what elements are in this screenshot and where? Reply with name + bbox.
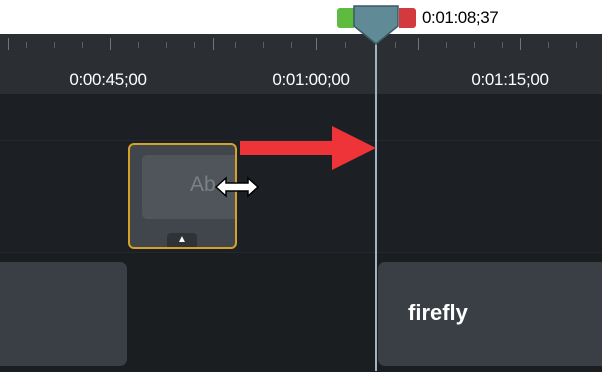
playhead-line[interactable] [375,44,377,371]
ruler-tick [446,42,447,48]
ruler-tick [316,38,317,50]
ruler-tick [138,42,139,48]
ruler-tick [418,38,419,50]
ruler-tick [576,42,577,48]
ruler-timecode-label: 0:01:15;00 [471,70,549,89]
ruler-tick [110,38,111,50]
playhead-time: 0:01:08;37 [422,8,499,27]
ruler-tick [54,42,55,48]
top-bar [0,0,602,34]
clip-label: firefly [408,300,468,325]
ruler-tick [26,42,27,48]
firefly-clip[interactable]: firefly [378,262,602,366]
annotation-thumbnail-text: Ab [190,173,216,196]
ruler-tick [548,42,549,48]
ruler-tick [502,42,503,48]
ruler-tick [345,42,346,48]
media-clip[interactable] [0,262,127,366]
ruler-tick [235,42,236,48]
ruler-tick [8,38,9,50]
ruler-tick [474,42,475,48]
ruler-tick [291,42,292,48]
ruler-timecode-label: 0:00:45;00 [69,70,147,89]
ruler-tick [520,38,521,50]
ruler-tick [194,42,195,48]
horizontal-resize-cursor-icon [214,176,260,198]
ruler-timecode-label: 0:01:00;00 [272,70,350,89]
timeline-ruler[interactable]: 0:00:45;00 0:01:00;00 0:01:15;00 [0,34,602,94]
ruler-tick [166,42,167,48]
red-arrow-icon [240,126,376,170]
out-point-marker[interactable] [399,8,416,28]
triangle-up-icon[interactable]: ▲ [167,233,197,247]
ruler-tick [82,42,83,48]
ruler-tick [213,38,214,50]
playhead-handle-icon[interactable] [352,4,400,46]
ruler-tick [263,42,264,48]
